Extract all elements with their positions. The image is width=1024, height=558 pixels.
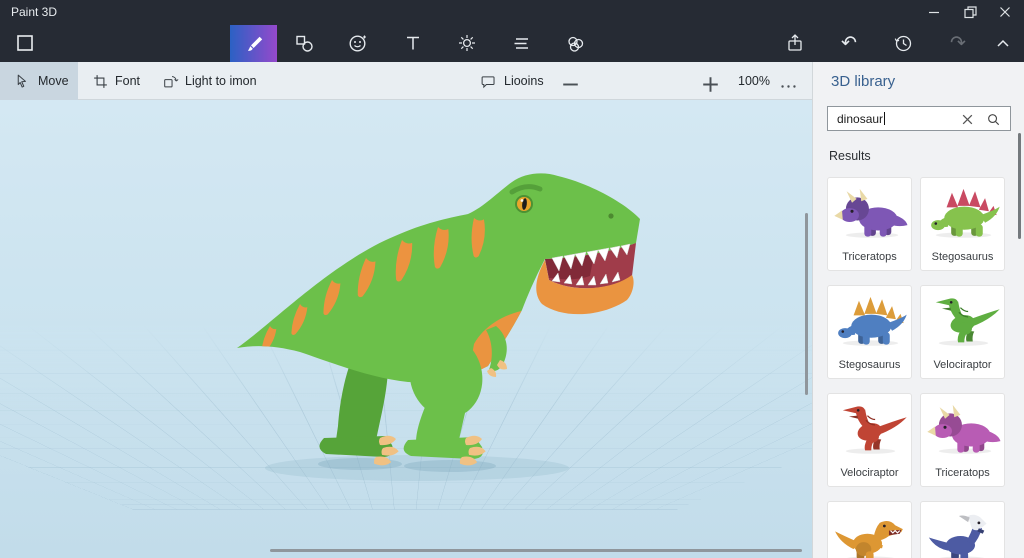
ellipsis-icon — [781, 85, 796, 88]
dinosaur-thumbnail — [928, 514, 987, 558]
trex-model[interactable] — [212, 130, 662, 490]
minimize-icon — [929, 11, 939, 14]
text-cursor — [884, 112, 886, 125]
dinosaur-thumbnail — [935, 298, 1000, 346]
library-item-label: Velociraptor — [840, 467, 899, 479]
app-title: Paint 3D — [11, 5, 58, 19]
move-label: Move — [38, 74, 69, 88]
3d-library-panel: 3D library dinosaur Results Triceratops … — [812, 62, 1024, 558]
search-value: dinosaur — [837, 111, 884, 126]
panel-scrollbar[interactable] — [1018, 133, 1021, 239]
library-item[interactable] — [920, 501, 1005, 558]
share-button[interactable] — [781, 29, 809, 57]
brush-icon — [247, 36, 262, 51]
menu-icon — [17, 35, 33, 51]
undo-icon: ↶ — [841, 32, 857, 54]
crop-icon — [94, 75, 107, 88]
minimize-button[interactable] — [920, 2, 948, 22]
stickers-label: Liooins — [504, 74, 544, 88]
zoom-value[interactable]: 100% — [738, 74, 770, 88]
dinosaur-thumbnail — [834, 188, 908, 238]
library-item-label: Triceratops — [935, 467, 990, 479]
library-item[interactable]: Velociraptor — [827, 393, 912, 487]
library-item[interactable]: Triceratops — [827, 177, 912, 271]
dinosaur-thumbnail — [838, 296, 907, 346]
dinosaur-thumbnail — [835, 521, 903, 558]
menu-button[interactable] — [12, 30, 38, 56]
library-item[interactable]: Velociraptor — [920, 285, 1005, 379]
3d-library-icon — [568, 36, 584, 52]
library-item-label: Velociraptor — [933, 359, 992, 371]
close-icon — [1000, 7, 1010, 17]
close-button[interactable] — [991, 2, 1019, 22]
3d-library-tool-button[interactable] — [560, 28, 590, 58]
clear-search-icon[interactable] — [961, 113, 974, 126]
effects-icon — [459, 35, 475, 51]
library-item[interactable]: Triceratops — [920, 393, 1005, 487]
collapse-ribbon-button[interactable] — [989, 29, 1017, 57]
effects-tool-button[interactable] — [452, 28, 482, 58]
redo-button[interactable]: ↷ — [944, 29, 972, 57]
rotate-cube-icon — [164, 76, 179, 88]
speech-bubble-icon — [481, 76, 495, 89]
ribbon: Move Font Light to imon Liooins 100% — [0, 62, 812, 154]
text-icon — [407, 36, 419, 50]
move-tool[interactable]: Move — [0, 62, 78, 100]
undo-button[interactable]: ↶ — [835, 29, 863, 57]
dinosaur-thumbnail — [931, 188, 1000, 238]
chevron-up-icon — [997, 39, 1009, 47]
dinosaur-thumbnail — [842, 406, 907, 454]
canvas-icon — [514, 38, 528, 49]
library-item[interactable]: Stegosaurus — [827, 285, 912, 379]
redo-icon: ↷ — [950, 32, 966, 54]
zoom-out-icon — [563, 83, 578, 86]
search-input[interactable]: dinosaur — [827, 106, 1011, 131]
canvas-vertical-scrollbar[interactable] — [805, 213, 808, 395]
library-item-label: Stegosaurus — [931, 251, 994, 263]
library-item-label: Triceratops — [842, 251, 897, 263]
brush-tool-button[interactable] — [230, 25, 277, 62]
stickers-tool-button[interactable] — [343, 28, 373, 58]
light-label: Light to imon — [185, 74, 257, 88]
move-cursor-icon — [17, 74, 26, 88]
canvas-tool-button[interactable] — [506, 28, 536, 58]
share-icon — [788, 34, 802, 51]
font-label: Font — [115, 74, 141, 88]
search-icon[interactable] — [987, 113, 1000, 126]
zoom-in-icon — [703, 77, 718, 92]
maximize-button[interactable] — [956, 2, 984, 22]
library-item-label: Stegosaurus — [838, 359, 901, 371]
title-bar: Paint 3D ↶ ↷ — [0, 0, 1024, 62]
results-grid: Triceratops Stegosaurus Stegosaurus Velo… — [827, 177, 1007, 558]
history-icon — [894, 35, 912, 52]
history-button[interactable] — [889, 29, 917, 57]
library-item[interactable] — [827, 501, 912, 558]
canvas-horizontal-scrollbar[interactable] — [270, 549, 802, 552]
text-tool-button[interactable] — [398, 28, 428, 58]
dinosaur-thumbnail — [927, 404, 1001, 454]
panel-title: 3D library — [831, 73, 896, 90]
results-label: Results — [829, 149, 871, 163]
shapes-icon — [296, 35, 313, 52]
maximize-icon — [964, 6, 977, 19]
shapes-tool-button[interactable] — [289, 28, 319, 58]
stickers-icon — [349, 35, 366, 52]
3d-canvas[interactable] — [0, 100, 812, 558]
library-item[interactable]: Stegosaurus — [920, 177, 1005, 271]
